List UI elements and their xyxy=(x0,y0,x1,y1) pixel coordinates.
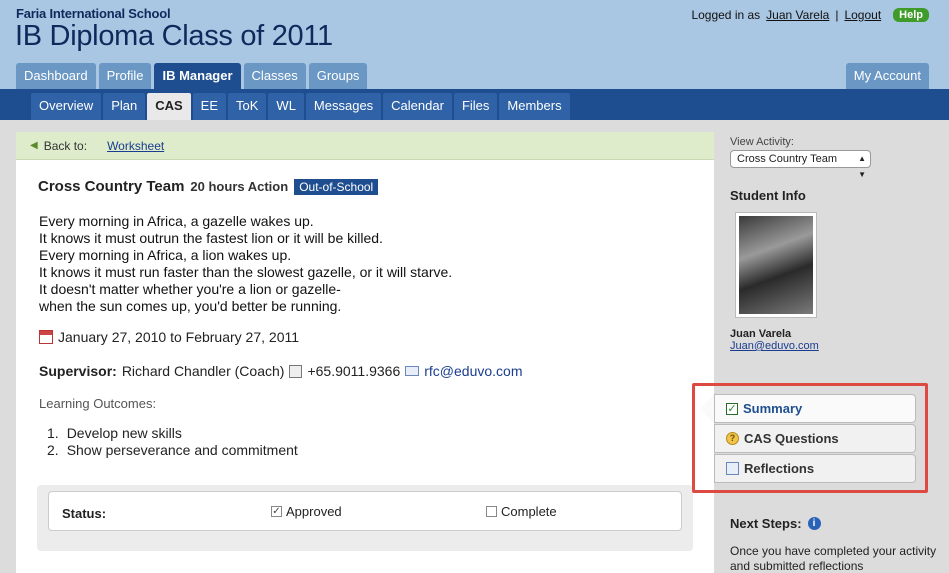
back-bar: ◀ Back to: Worksheet xyxy=(16,132,714,160)
tab-profile[interactable]: Profile xyxy=(98,63,152,89)
description-line: It knows it must run faster than the slo… xyxy=(39,264,453,280)
login-area: Logged in as Juan Varela | Logout Help xyxy=(691,8,929,22)
tab-classes[interactable]: Classes xyxy=(243,63,306,89)
tab-groups[interactable]: Groups xyxy=(308,63,368,89)
supervisor-phone: +65.9011.9366 xyxy=(307,363,401,379)
school-name: Faria International School xyxy=(16,6,171,21)
tab-dashboard[interactable]: Dashboard xyxy=(16,63,96,89)
learning-outcomes-list: 1. Develop new skills 2. Show perseverance… xyxy=(47,425,298,459)
subtab-overview[interactable]: Overview xyxy=(31,93,102,120)
activity-description: Every morning in Africa, a gazelle wakes… xyxy=(39,213,452,315)
list-item: 1. Develop new skills xyxy=(47,425,182,441)
date-range: January 27, 2010 to February 27, 2011 xyxy=(58,329,300,345)
subtab-calendar[interactable]: Calendar xyxy=(383,93,452,120)
supervisor-email[interactable]: rfc@eduvo.com xyxy=(424,363,522,379)
next-steps-text: Once you have completed your activity an… xyxy=(730,544,937,573)
user-link[interactable]: Juan Varela xyxy=(766,8,829,22)
phone-icon xyxy=(289,364,303,378)
complete-label: Complete xyxy=(501,504,557,519)
subtab-members[interactable]: Members xyxy=(499,93,570,120)
checkbox-empty xyxy=(486,506,497,517)
info-icon[interactable]: i xyxy=(807,517,821,530)
description-line: when the sun comes up, you'd better be r… xyxy=(39,298,342,314)
view-activity-label: View Activity: xyxy=(730,136,794,148)
supervisor-row: Supervisor: Richard Chandler (Coach) +65… xyxy=(39,363,522,379)
activity-type-badge: Out-of-School xyxy=(294,178,379,195)
select-arrow-icon: ▲ ▼ xyxy=(858,154,866,179)
description-line: It knows it must outrun the fastest lion… xyxy=(39,230,383,246)
subtab-files[interactable]: Files xyxy=(453,93,498,120)
subtab-ee[interactable]: EE xyxy=(192,93,227,120)
subtab-tok[interactable]: ToK xyxy=(228,93,267,120)
description-line: It doesn't matter whether you're a lion … xyxy=(39,281,341,297)
check-icon: ✓ xyxy=(271,506,282,517)
subtab-messages[interactable]: Messages xyxy=(305,93,382,120)
approved-checkbox[interactable]: ✓ Approved xyxy=(271,504,342,519)
student-photo xyxy=(735,212,817,318)
activity-name: Cross Country Team xyxy=(38,178,185,195)
supervisor-name: Richard Chandler (Coach) xyxy=(121,363,285,379)
description-line: Every morning in Africa, a lion wakes up… xyxy=(39,247,292,263)
activity-header: Cross Country Team 20 hours Action Out-o… xyxy=(38,178,379,195)
supervisor-label: Supervisor: xyxy=(39,363,117,379)
next-steps-title: Next Steps: i xyxy=(730,516,821,531)
back-arrow-icon: ◀ xyxy=(30,140,38,151)
list-item: 2. Show perseverance and commitment xyxy=(47,442,298,458)
highlight-box xyxy=(692,383,928,493)
student-email[interactable]: Juan@eduvo.com xyxy=(730,340,949,352)
worksheet-link[interactable]: Worksheet xyxy=(107,139,164,153)
view-activity-select[interactable]: Cross Country Team ▲ ▼ xyxy=(730,150,871,179)
status-box: Status: ✓ Approved Complete xyxy=(48,491,682,531)
right-sidebar: View Activity: Cross Country Team ▲ ▼ Stu… xyxy=(730,132,949,352)
main-tabs: Dashboard Profile IB Manager Classes Gro… xyxy=(16,63,368,89)
header: Faria International School IB Diploma Cl… xyxy=(0,0,949,90)
activity-dates: January 27, 2010 to February 27, 2011 xyxy=(39,329,299,345)
sub-navigation: Overview Plan CAS EE ToK WL Messages Cal… xyxy=(0,89,949,120)
logout-link[interactable]: Logout xyxy=(844,8,881,22)
student-info-title: Student Info xyxy=(730,188,806,203)
page-title: IB Diploma Class of 2011 xyxy=(15,20,333,52)
calendar-icon xyxy=(39,330,53,344)
activity-hours: 20 hours Action xyxy=(190,179,289,194)
tab-ib-manager[interactable]: IB Manager xyxy=(154,63,241,89)
logged-in-label: Logged in as xyxy=(691,8,761,22)
learning-outcomes-label: Learning Outcomes: xyxy=(39,396,157,411)
separator: | xyxy=(835,8,839,22)
subtab-wl[interactable]: WL xyxy=(268,93,304,120)
complete-checkbox[interactable]: Complete xyxy=(486,504,557,519)
approved-label: Approved xyxy=(286,504,342,519)
subtab-cas[interactable]: CAS xyxy=(147,93,191,120)
my-account-tab[interactable]: My Account xyxy=(845,63,929,89)
mail-icon xyxy=(405,366,420,376)
student-name: Juan Varela xyxy=(730,328,792,340)
status-label: Status: xyxy=(62,506,107,521)
description-line: Every morning in Africa, a gazelle wakes… xyxy=(39,213,314,229)
status-section: Status: ✓ Approved Complete xyxy=(37,485,693,551)
help-button[interactable]: Help xyxy=(893,8,929,22)
subtab-plan[interactable]: Plan xyxy=(103,93,146,120)
back-label: Back to: xyxy=(43,138,88,153)
activity-panel: ◀ Back to: Worksheet Cross Country Team … xyxy=(16,132,714,573)
